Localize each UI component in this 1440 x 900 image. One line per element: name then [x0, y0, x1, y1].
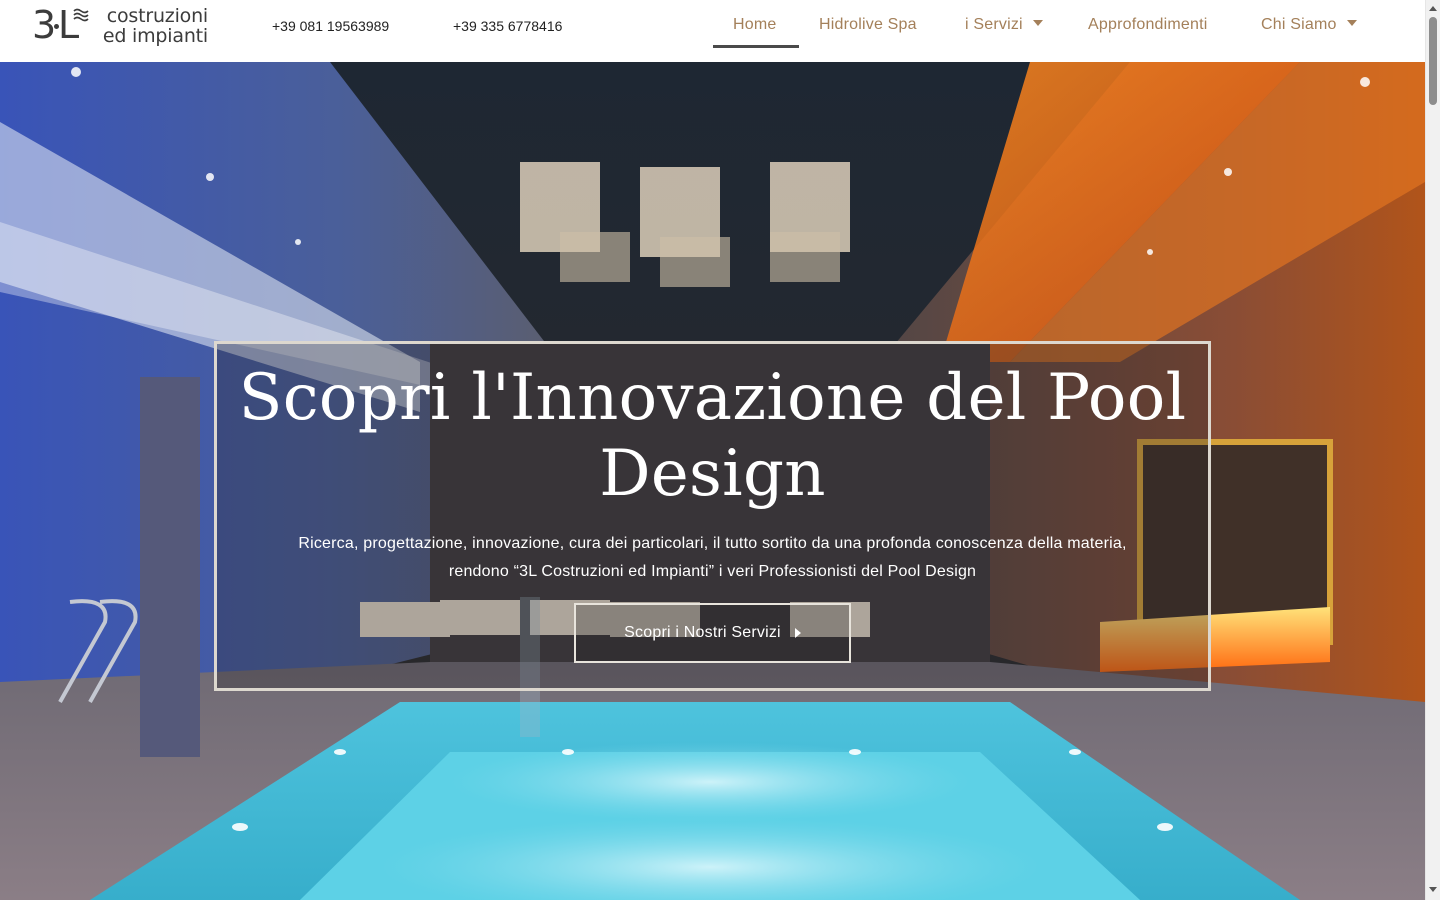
nav-item-label: Approfondimenti: [1088, 16, 1208, 33]
waves-icon: [73, 8, 89, 22]
logo-mark-three: 3: [32, 3, 57, 47]
hero-content-box: Scopri l'Innovazione del Pool Design Ric…: [214, 341, 1211, 691]
nav-item-hidrolive-spa[interactable]: Hidrolive Spa: [819, 14, 917, 36]
page-scrollbar[interactable]: [1425, 0, 1440, 900]
phone-link-mobile[interactable]: +39 335 6778416: [453, 16, 562, 36]
discover-services-label: Scopri i Nostri Servizi: [624, 624, 781, 641]
nav-item-servizi[interactable]: i Servizi: [965, 14, 1043, 36]
hero-title-line-2: Design: [599, 437, 826, 511]
nav-item-label: i Servizi: [965, 16, 1023, 33]
hero-description: Ricerca, progettazione, innovazione, cur…: [257, 530, 1168, 586]
nav-item-label: Home: [733, 16, 777, 33]
logo-line-2: ed impianti: [102, 25, 208, 47]
site-header: 3 L costruzioni ed impianti +39 081 1956…: [0, 0, 1425, 62]
scroll-down-arrow-icon[interactable]: [1429, 887, 1437, 892]
nav-item-label: Hidrolive Spa: [819, 16, 917, 33]
hero-section: Scopri l'Innovazione del Pool Design Ric…: [0, 62, 1425, 900]
chevron-down-icon: [1032, 20, 1043, 26]
phone-link-landline[interactable]: +39 081 19563989: [272, 16, 389, 36]
logo-wordmark: costruzioni ed impianti: [92, 6, 208, 46]
hero-description-line-2: rendono “3L Costruzioni ed Impianti” i v…: [448, 563, 977, 580]
logo-line-1: costruzioni: [106, 5, 208, 27]
nav-item-home[interactable]: Home: [733, 14, 776, 36]
nav-item-approfondimenti[interactable]: Approfondimenti: [1088, 14, 1208, 36]
scrollbar-thumb[interactable]: [1429, 17, 1437, 105]
hero-title: Scopri l'Innovazione del Pool Design: [217, 360, 1208, 512]
logo-mark: 3 L: [32, 3, 89, 47]
hero-description-line-1: Ricerca, progettazione, innovazione, cur…: [298, 535, 1127, 552]
chevron-down-icon: [1346, 20, 1357, 26]
nav-item-label: Chi Siamo: [1261, 16, 1337, 33]
site-logo[interactable]: 3 L costruzioni ed impianti: [32, 3, 212, 48]
hero-title-line-1: Scopri l'Innovazione del Pool: [238, 361, 1187, 435]
scroll-up-arrow-icon[interactable]: [1429, 6, 1437, 11]
discover-services-button[interactable]: Scopri i Nostri Servizi: [574, 603, 851, 663]
caret-right-icon: [794, 628, 801, 638]
nav-active-indicator: [713, 45, 799, 48]
nav-item-chi-siamo[interactable]: Chi Siamo: [1261, 14, 1357, 36]
